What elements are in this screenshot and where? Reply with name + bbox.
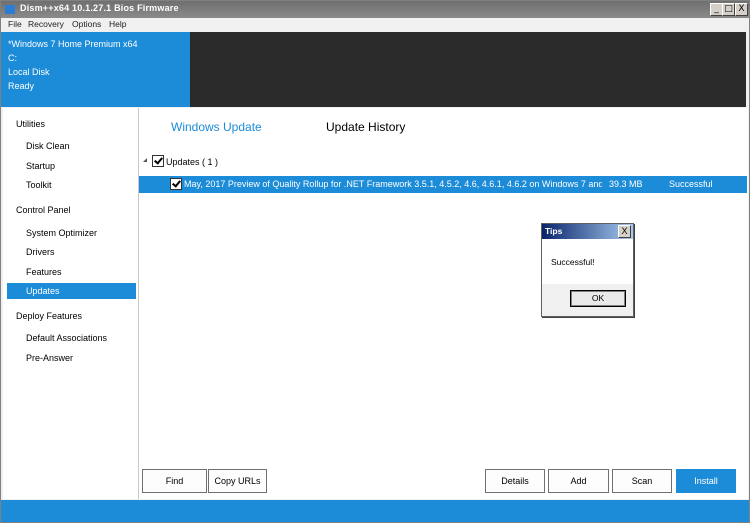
header-dark-area (190, 32, 746, 107)
expander-icon[interactable] (143, 158, 147, 162)
status-bar (1, 500, 749, 522)
menu-options[interactable]: Options (72, 19, 101, 29)
tab-update-history[interactable]: Update History (326, 120, 405, 134)
app-icon (5, 5, 15, 14)
window-title: Dism++x64 10.1.27.1 Bios Firmware (20, 3, 179, 13)
sidebar-item-label: Updates (26, 286, 60, 296)
dialog-title-bar[interactable]: Tips X (542, 224, 633, 239)
sidebar-item-label: Features (26, 267, 62, 277)
sidebar-item-pre-answer[interactable]: Pre-Answer (7, 350, 136, 366)
dialog-message: Successful! (551, 257, 595, 267)
install-button[interactable]: Install (676, 469, 736, 493)
sidebar-item-label: Disk Clean (26, 141, 70, 151)
sidebar-item-drivers[interactable]: Drivers (7, 244, 136, 260)
menu-file[interactable]: File (8, 19, 22, 29)
close-button[interactable]: X (735, 3, 748, 16)
copy-urls-button[interactable]: Copy URLs (208, 469, 267, 493)
checkmark-icon (172, 178, 181, 188)
details-button[interactable]: Details (485, 469, 545, 493)
dialog-body: Successful! (542, 239, 633, 284)
sidebar-group-utilities: Utilities (16, 119, 46, 129)
sidebar-item-system-optimizer[interactable]: System Optimizer (7, 225, 136, 241)
checkmark-icon (154, 155, 163, 165)
tree-group-label: Updates ( 1 ) (166, 157, 219, 167)
ok-button[interactable]: OK (570, 290, 626, 307)
update-size: 39.3 MB (609, 179, 643, 189)
sidebar-item-toolkit[interactable]: Toolkit (7, 177, 136, 193)
sidebar-item-label: Toolkit (26, 180, 52, 190)
sidebar-item-label: Startup (26, 161, 56, 171)
main-panel: Windows Update Update History Updates ( … (139, 108, 748, 499)
sidebar: Utilities Disk Clean Startup Toolkit Con… (3, 108, 139, 499)
sidebar-item-disk-clean[interactable]: Disk Clean (7, 138, 136, 154)
group-checkbox[interactable] (152, 155, 164, 167)
find-button[interactable]: Find (142, 469, 207, 493)
session-info-panel[interactable]: *Windows 7 Home Premium x64 C: Local Dis… (1, 32, 190, 107)
sidebar-item-default-associations[interactable]: Default Associations (7, 330, 136, 346)
sidebar-group-control-panel: Control Panel (16, 205, 71, 215)
dialog-close-button[interactable]: X (618, 225, 631, 238)
menu-recovery[interactable]: Recovery (28, 19, 64, 29)
sidebar-item-label: Default Associations (26, 333, 108, 343)
dialog-title: Tips (545, 226, 563, 236)
app-window: Dism++x64 10.1.27.1 Bios Firmware _ □ X … (0, 0, 750, 523)
menu-bar: File Recovery Options Help (1, 18, 749, 32)
row-checkbox[interactable] (170, 178, 182, 190)
sidebar-item-startup[interactable]: Startup (7, 158, 136, 174)
os-name: *Windows 7 Home Premium x64 (8, 39, 138, 49)
tab-windows-update[interactable]: Windows Update (171, 120, 262, 134)
update-status: Successful (669, 179, 713, 189)
drive-letter: C: (8, 53, 17, 63)
disk-label: Local Disk (8, 67, 50, 77)
sidebar-item-label: System Optimizer (26, 228, 98, 238)
menu-help[interactable]: Help (109, 19, 126, 29)
scan-button[interactable]: Scan (612, 469, 672, 493)
sidebar-item-features[interactable]: Features (7, 264, 136, 280)
update-name: May, 2017 Preview of Quality Rollup for … (184, 179, 602, 189)
sidebar-item-label: Drivers (26, 247, 55, 257)
maximize-button[interactable]: □ (722, 3, 735, 16)
sidebar-item-label: Pre-Answer (26, 353, 74, 363)
table-row[interactable]: May, 2017 Preview of Quality Rollup for … (139, 176, 747, 193)
sidebar-group-deploy-features: Deploy Features (16, 311, 83, 321)
tips-dialog: Tips X Successful! OK (541, 223, 634, 317)
session-state: Ready (8, 81, 35, 91)
add-button[interactable]: Add (548, 469, 609, 493)
title-bar[interactable]: Dism++x64 10.1.27.1 Bios Firmware _ □ X (1, 1, 749, 18)
sidebar-item-updates[interactable]: Updates (7, 283, 136, 299)
